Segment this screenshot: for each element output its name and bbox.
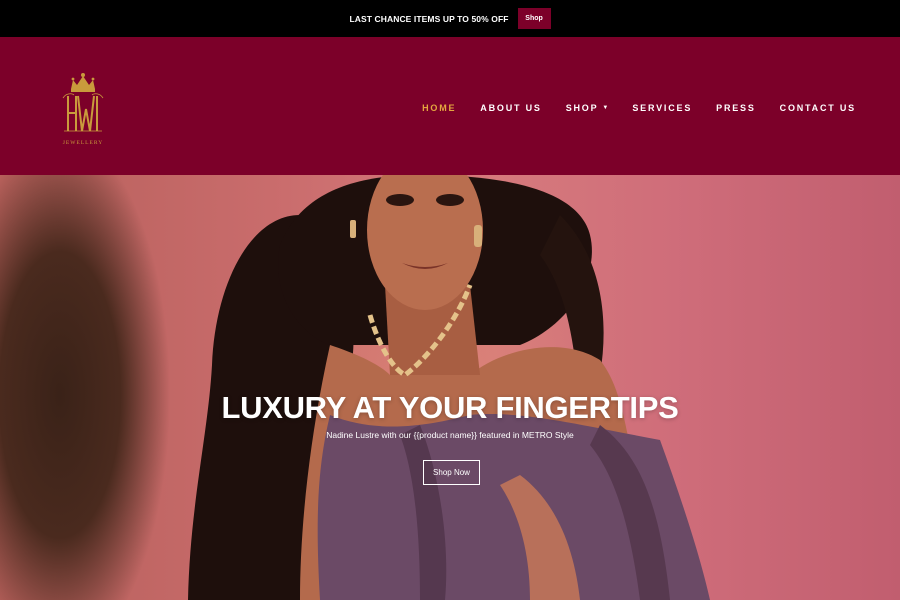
nav-item-home[interactable]: HOME (422, 103, 456, 113)
chevron-down-icon: ▼ (602, 105, 609, 111)
shop-now-button[interactable]: Shop Now (423, 460, 480, 485)
nav-item-about-us[interactable]: ABOUT US (480, 103, 541, 113)
nav-item-shop-label: SHOP (565, 103, 599, 113)
hero-subtitle: Nadine Lustre with our {{product name}} … (326, 430, 574, 440)
logo-subtext: JEWELLERY (62, 140, 104, 146)
hero-model-image (188, 175, 710, 600)
nav-item-contact-us[interactable]: CONTACT US (780, 103, 856, 113)
site-header: JEWELLERY HOME ABOUT US SHOP ▼ SERVICES … (0, 37, 900, 175)
hero-title: LUXURY AT YOUR FINGERTIPS (221, 390, 679, 425)
hero-banner: LUXURY AT YOUR FINGERTIPS Nadine Lustre … (0, 175, 900, 600)
nav-item-press[interactable]: PRESS (716, 103, 756, 113)
nav-item-services[interactable]: SERVICES (632, 103, 692, 113)
main-nav: HOME ABOUT US SHOP ▼ SERVICES PRESS CONT… (398, 103, 856, 113)
brand-logo[interactable]: JEWELLERY (57, 71, 109, 147)
announcement-shop-button[interactable]: Shop (517, 8, 551, 29)
announcement-text: LAST CHANCE ITEMS UP TO 50% OFF (349, 13, 509, 24)
announcement-bar: LAST CHANCE ITEMS UP TO 50% OFF Shop (0, 0, 900, 37)
nav-item-shop[interactable]: SHOP ▼ (566, 103, 609, 113)
crown-monogram-icon (62, 73, 104, 132)
